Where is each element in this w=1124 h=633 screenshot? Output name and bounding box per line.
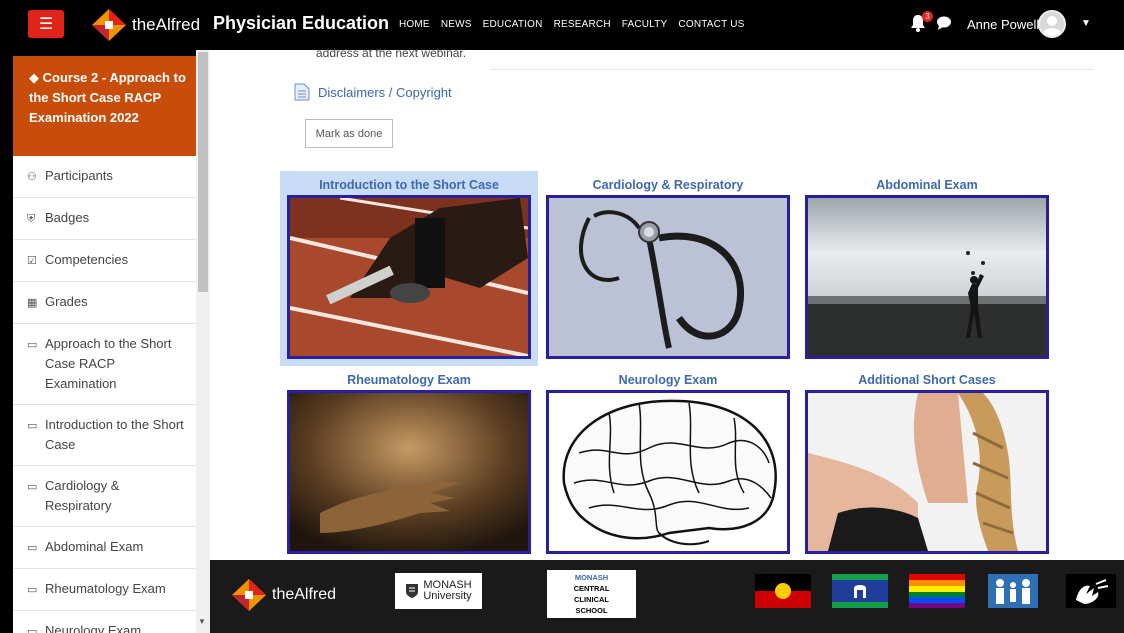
document-icon (294, 83, 310, 101)
sidebar-item-label: Grades (45, 294, 88, 309)
brand-logo-link[interactable]: theAlfred (92, 9, 200, 41)
sidebar-item-label: Competencies (45, 252, 129, 267)
sidebar-item-competencies[interactable]: ☑ Competencies (13, 240, 196, 282)
nav-contact-us[interactable]: CONTACT US (678, 19, 744, 30)
folder-icon: ▭ (27, 584, 38, 596)
user-avatar-icon (1040, 12, 1064, 36)
central-clinical-school-logo[interactable]: MONASH CENTRAL CLINICAL SCHOOL (547, 570, 636, 618)
ccs-line-4: SCHOOL (575, 606, 608, 615)
tile-image-stethoscope (546, 195, 790, 359)
webinar-note-text: address at the next webinar. (316, 46, 467, 60)
hamburger-icon: ☰ (38, 16, 54, 33)
sidebar-item-label: Abdominal Exam (45, 539, 144, 554)
main-content: address at the next webinar. Disclaimers… (210, 46, 1124, 560)
top-navbar: ☰ theAlfred Physician Education HOME NEW… (0, 0, 1124, 50)
aboriginal-flag-icon (755, 574, 811, 608)
tile-neurology[interactable]: Neurology Exam (546, 370, 790, 554)
alfred-logo-icon (232, 579, 266, 611)
tile-image-brain (546, 390, 790, 554)
mark-as-done-button[interactable]: Mark as done (305, 119, 393, 148)
ccs-line-2: CENTRAL (573, 584, 610, 593)
folder-icon: ▭ (27, 626, 38, 633)
sidebar-item-badges[interactable]: ⛨ Badges (13, 198, 196, 240)
tile-title: Rheumatology Exam (347, 373, 471, 387)
shield-icon: ⛨ (27, 213, 36, 225)
site-title[interactable]: Physician Education (213, 13, 389, 34)
footer-alfred-logo[interactable]: theAlfred (232, 579, 336, 611)
sidebar-item-grades[interactable]: ▦ Grades (13, 282, 196, 324)
folder-icon: ▭ (27, 542, 38, 554)
divider (490, 69, 1094, 70)
tile-title: Neurology Exam (618, 373, 718, 387)
sidebar-item-approach[interactable]: ▭ Approach to the Short Case RACP Examin… (13, 324, 196, 405)
sidebar-item-label: Introduction to the Short Case (45, 417, 184, 452)
tile-title: Additional Short Cases (858, 373, 996, 387)
alfred-logo-icon (92, 9, 126, 41)
tile-title: Abdominal Exam (876, 178, 978, 192)
sidebar-item-label: Rheumatology Exam (45, 581, 166, 596)
footer-brand-name: theAlfred (272, 586, 337, 603)
sidebar-item-label: Neurology Exam (45, 623, 142, 633)
tile-abdominal[interactable]: Abdominal Exam (805, 175, 1049, 359)
tile-title: Cardiology & Respiratory (592, 178, 744, 192)
nav-education[interactable]: EDUCATION (483, 19, 543, 30)
course-title-text: Course 2 - Approach to the Short Case RA… (29, 70, 186, 125)
university-text: University (423, 590, 472, 602)
user-name[interactable]: Anne Powell (967, 17, 1039, 32)
monash-university-logo[interactable]: MONASH University (395, 573, 482, 609)
tile-additional[interactable]: Additional Short Cases (805, 370, 1049, 554)
nav-home[interactable]: HOME (399, 19, 430, 30)
notification-badge: 3 (922, 11, 933, 22)
nav-research[interactable]: RESEARCH (554, 19, 611, 30)
tile-rheumatology[interactable]: Rheumatology Exam (287, 370, 531, 554)
sidebar-item-label: Participants (45, 168, 113, 183)
sidebar-item-introduction[interactable]: ▭ Introduction to the Short Case (13, 405, 196, 466)
nav-links: HOME NEWS EDUCATION RESEARCH FACULTY CON… (399, 19, 745, 30)
sidebar-item-cardiology[interactable]: ▭ Cardiology & Respiratory (13, 466, 196, 527)
tile-image-hand (287, 390, 531, 554)
scroll-down-arrow-icon[interactable]: ▼ (198, 617, 206, 626)
sidebar-scrollbar-thumb[interactable] (198, 52, 208, 292)
family-accessibility-icon (988, 574, 1038, 608)
nav-news[interactable]: NEWS (441, 19, 472, 30)
folder-icon: ▭ (27, 339, 38, 351)
tile-image-runner (287, 195, 531, 359)
tile-cardiology[interactable]: Cardiology & Respiratory (546, 175, 790, 359)
user-menu-chevron-down-icon[interactable]: ▼ (1081, 18, 1091, 29)
tile-introduction[interactable]: Introduction to the Short Case (280, 171, 538, 366)
tile-image-juggler (805, 195, 1049, 359)
ccs-line-3: CLINICAL (574, 595, 609, 604)
sidebar-item-abdominal[interactable]: ▭ Abdominal Exam (13, 527, 196, 569)
disclaimer-link[interactable]: Disclaimers / Copyright (294, 83, 452, 101)
brand-name: theAlfred (132, 15, 201, 34)
hamburger-menu-button[interactable]: ☰ (28, 10, 64, 38)
nav-faculty[interactable]: FACULTY (622, 19, 668, 30)
footer: theAlfred MONASH University MONASH CENTR… (210, 560, 1124, 633)
table-icon: ▦ (27, 297, 38, 309)
sidebar-item-neurology[interactable]: ▭ Neurology Exam (13, 611, 196, 633)
tile-title: Introduction to the Short Case (319, 178, 499, 192)
sidebar-item-label: Approach to the Short Case RACP Examinat… (45, 336, 172, 391)
sidebar-item-participants[interactable]: ⚇ Participants (13, 156, 196, 198)
check-square-icon: ☑ (27, 255, 37, 267)
course-sidebar: ◆ Course 2 - Approach to the Short Case … (13, 56, 196, 633)
graduation-cap-icon: ◆ (29, 70, 39, 85)
folder-icon: ▭ (27, 481, 38, 493)
disclaimer-link-text: Disclaimers / Copyright (318, 84, 452, 100)
sidebar-item-label: Cardiology & Respiratory (45, 478, 120, 513)
sidebar-item-rheumatology[interactable]: ▭ Rheumatology Exam (13, 569, 196, 611)
rainbow-flag-icon (909, 574, 965, 608)
sign-language-icon (1066, 574, 1116, 608)
ccs-line-1: MONASH (574, 573, 609, 582)
sidebar-item-label: Badges (45, 210, 90, 225)
chat-icon[interactable] (936, 15, 952, 31)
monash-shield-icon (406, 584, 419, 598)
folder-icon: ▭ (27, 420, 38, 432)
tile-image-braid (805, 390, 1049, 554)
sidebar-course-title[interactable]: ◆ Course 2 - Approach to the Short Case … (13, 56, 196, 156)
torres-strait-flag-icon (832, 574, 888, 608)
avatar[interactable] (1038, 10, 1066, 38)
users-icon: ⚇ (27, 171, 37, 183)
